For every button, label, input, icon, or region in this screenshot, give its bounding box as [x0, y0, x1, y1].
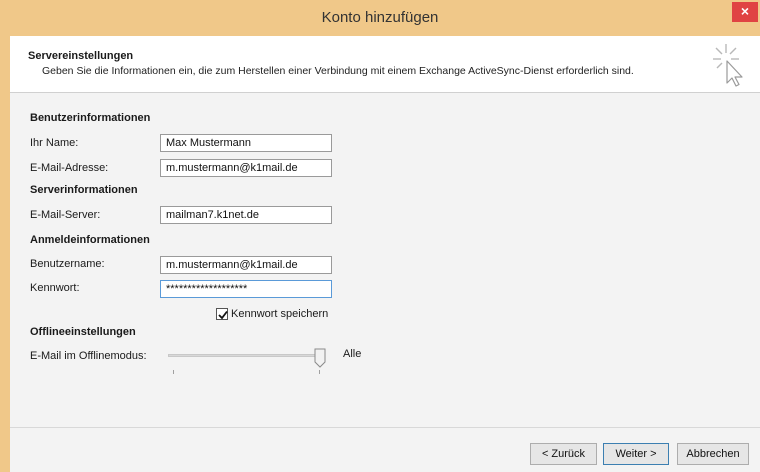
- window-title: Konto hinzufügen: [321, 9, 439, 26]
- checkmark-icon: [218, 310, 228, 320]
- next-button[interactable]: Weiter >: [603, 443, 669, 465]
- server-label: E-Mail-Server:: [30, 209, 101, 221]
- cursor-sparkle-icon: [706, 40, 750, 88]
- close-button[interactable]: ×: [732, 2, 758, 22]
- remember-password-label: Kennwort speichern: [231, 308, 329, 320]
- dialog-window: Konto hinzufügen × Servereinstellungen G…: [0, 0, 760, 472]
- section-logon-info: Anmeldeinformationen: [30, 234, 150, 246]
- password-field[interactable]: [160, 280, 332, 298]
- email-label: E-Mail-Adresse:: [30, 162, 109, 174]
- header-title: Servereinstellungen: [28, 50, 134, 62]
- footer-divider: [10, 427, 760, 428]
- offline-mode-value: Alle: [343, 348, 362, 360]
- cancel-button[interactable]: Abbrechen: [677, 443, 749, 465]
- section-offline-settings: Offlineeinstellungen: [30, 326, 136, 338]
- password-label: Kennwort:: [30, 282, 80, 294]
- offline-mode-slider[interactable]: [168, 354, 318, 357]
- name-field[interactable]: [160, 134, 332, 152]
- back-button[interactable]: < Zurück: [530, 443, 597, 465]
- name-label: Ihr Name:: [30, 137, 79, 149]
- section-server-info: Serverinformationen: [30, 184, 138, 196]
- section-user-info: Benutzerinformationen: [30, 112, 151, 124]
- header-description: Geben Sie die Informationen ein, die zum…: [42, 65, 634, 77]
- username-field[interactable]: [160, 256, 332, 274]
- slider-tick: [173, 370, 174, 374]
- remember-password-checkbox[interactable]: [216, 308, 228, 320]
- title-bar[interactable]: Konto hinzufügen ×: [0, 0, 760, 36]
- header-panel: Servereinstellungen Geben Sie die Inform…: [10, 36, 760, 93]
- remember-password-row[interactable]: Kennwort speichern: [216, 306, 328, 322]
- dialog-content: Servereinstellungen Geben Sie die Inform…: [10, 36, 760, 472]
- offline-mode-slider-thumb[interactable]: [314, 348, 326, 368]
- slider-tick: [319, 370, 320, 374]
- username-label: Benutzername:: [30, 258, 105, 270]
- offline-mode-label: E-Mail im Offlinemodus:: [30, 350, 147, 362]
- email-field[interactable]: [160, 159, 332, 177]
- server-field[interactable]: [160, 206, 332, 224]
